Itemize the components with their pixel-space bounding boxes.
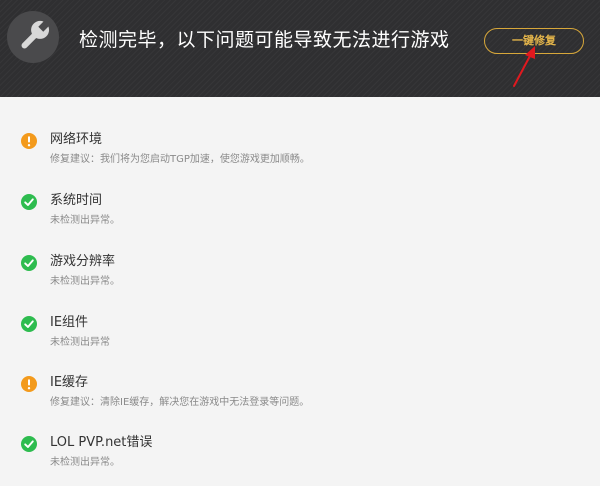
- check-item-title: LOL PVP.net错误: [50, 435, 153, 450]
- check-item-title: 系统时间: [50, 193, 103, 208]
- check-item-resolution: 游戏分辨率 未检测出异常。: [0, 254, 600, 305]
- checkmark-icon: [21, 436, 37, 452]
- exclamation-icon: [21, 133, 37, 149]
- check-item-ie-component: IE组件 未检测出异常: [0, 315, 600, 366]
- check-item-title: IE缓存: [50, 375, 89, 390]
- check-item-desc: 未检测出异常: [50, 337, 110, 348]
- exclamation-icon: [21, 376, 37, 392]
- check-item-desc: 未检测出异常。: [50, 457, 120, 468]
- check-item-title: 网络环境: [50, 132, 103, 147]
- checkmark-icon: [21, 255, 37, 271]
- result-header: 检测完毕，以下问题可能导致无法进行游戏 一键修复: [0, 0, 600, 97]
- check-item-desc: 未检测出异常。: [50, 215, 120, 226]
- wrench-icon: [7, 11, 59, 63]
- check-item-title: 游戏分辨率: [50, 254, 116, 269]
- check-item-ie-cache: IE缓存 修复建议：清除IE缓存，解决您在游戏中无法登录等问题。: [0, 375, 600, 426]
- check-item-network: 网络环境 修复建议：我们将为您启动TGP加速，使您游戏更加顺畅。: [0, 132, 600, 183]
- check-item-pvp-net: LOL PVP.net错误 未检测出异常。: [0, 435, 600, 486]
- red-arrow-icon: [513, 46, 535, 87]
- checkmark-icon: [21, 194, 37, 210]
- check-item-system-time: 系统时间 未检测出异常。: [0, 193, 600, 244]
- check-item-desc: 未检测出异常。: [50, 276, 120, 287]
- check-item-desc: 修复建议：清除IE缓存，解决您在游戏中无法登录等问题。: [50, 397, 310, 408]
- check-item-title: IE组件: [50, 315, 89, 330]
- header-title: 检测完毕，以下问题可能导致无法进行游戏: [79, 29, 450, 51]
- check-item-desc: 修复建议：我们将为您启动TGP加速，使您游戏更加顺畅。: [50, 154, 310, 165]
- checkmark-icon: [21, 316, 37, 332]
